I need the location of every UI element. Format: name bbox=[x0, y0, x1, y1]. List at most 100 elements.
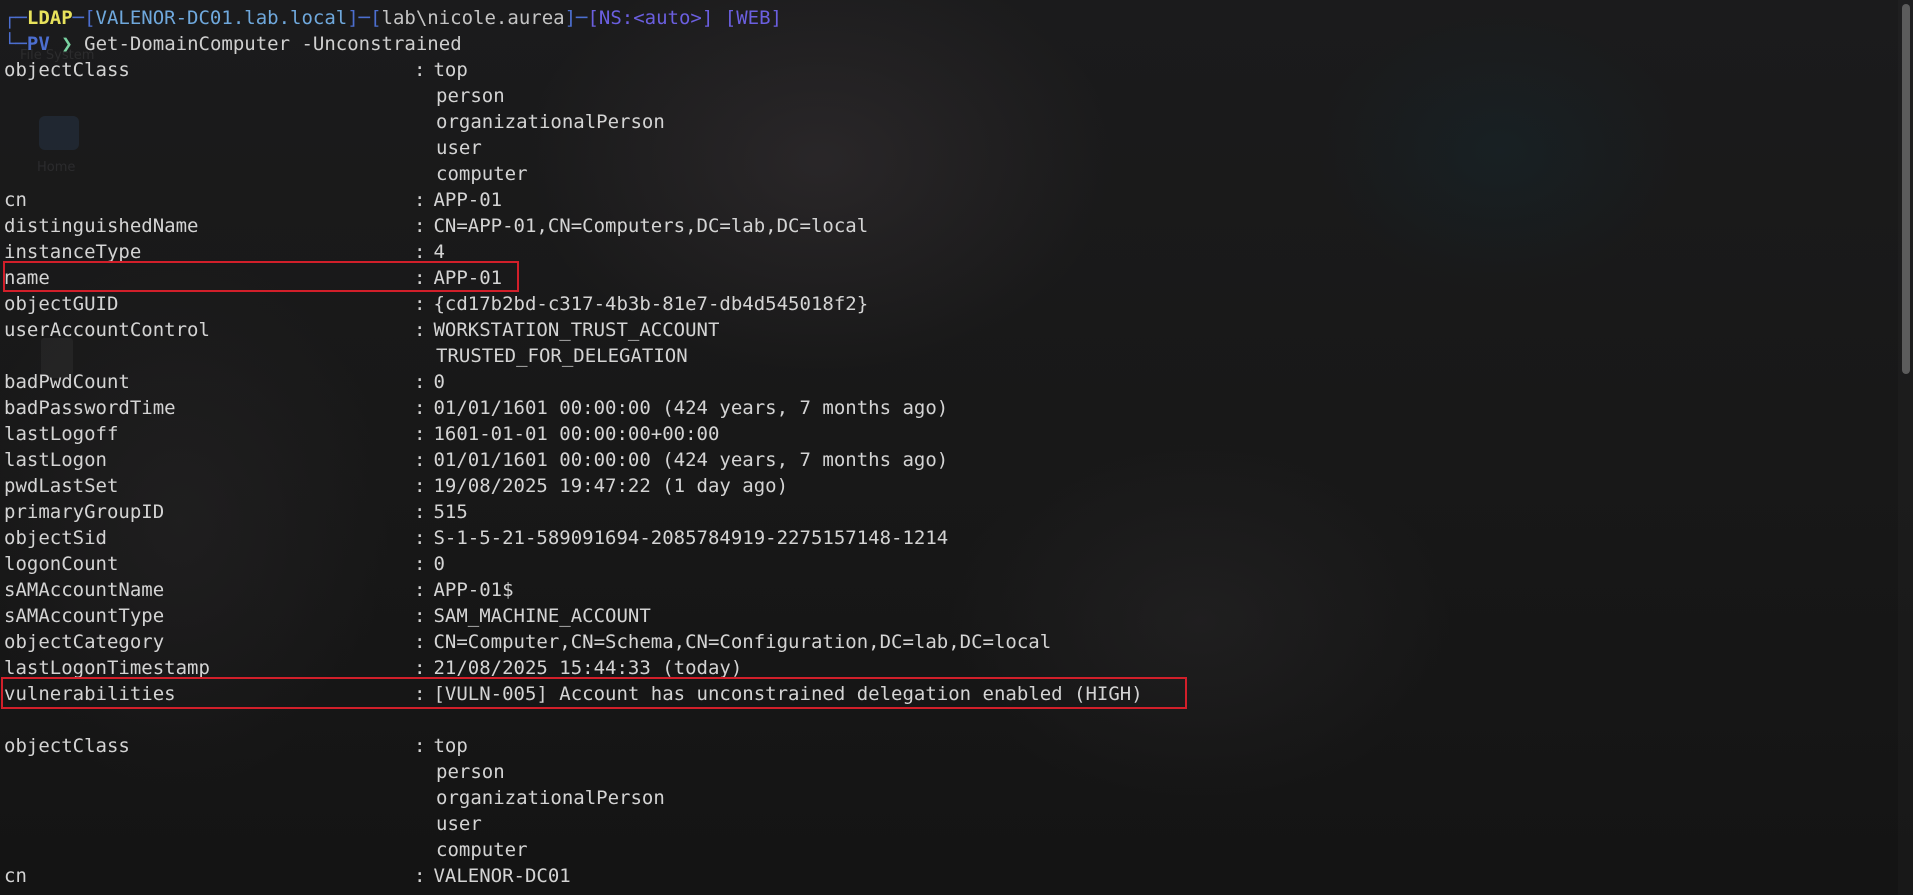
attr-separator: : bbox=[414, 215, 426, 237]
attr-key: lastLogon bbox=[4, 449, 107, 471]
attr-value: CN=APP-01,CN=Computers,DC=lab,DC=local bbox=[433, 215, 869, 237]
attr-separator: : bbox=[414, 475, 426, 497]
attr-key: objectClass bbox=[4, 735, 130, 757]
attr-row-badpwdcount: badPwdCount:0 bbox=[4, 369, 445, 395]
attr-separator: : bbox=[414, 267, 426, 289]
attr-key: badPasswordTime bbox=[4, 397, 176, 419]
attr-value: 515 bbox=[433, 501, 468, 523]
attr-row-pwdlastset: pwdLastSet:19/08/2025 19:47:22 (1 day ag… bbox=[4, 473, 788, 499]
terminal-window[interactable]: ┌─LDAP─[VALENOR-DC01.lab.local]─[lab\nic… bbox=[0, 0, 1898, 895]
attr-separator: : bbox=[414, 605, 426, 627]
attr-separator: : bbox=[414, 657, 426, 679]
attr-key: cn bbox=[4, 865, 27, 887]
attr-value: 21/08/2025 15:44:33 (today) bbox=[433, 657, 743, 679]
attr-value-continuation: computer bbox=[436, 163, 528, 185]
attr-value: CN=Computer,CN=Schema,CN=Configuration,D… bbox=[433, 631, 1052, 653]
attr-value-continuation: person bbox=[436, 761, 505, 783]
attr-separator: : bbox=[414, 683, 426, 705]
attr-value-continuation: organizationalPerson bbox=[436, 787, 665, 809]
attr-value-continuation: user bbox=[436, 813, 482, 835]
attr-key: pwdLastSet bbox=[4, 475, 119, 497]
attr-separator: : bbox=[414, 59, 426, 81]
attr-row-cn: cn: VALENOR-DC01 bbox=[4, 863, 571, 889]
attr-value: SAM_MACHINE_ACCOUNT bbox=[433, 605, 651, 627]
attr-separator: : bbox=[414, 865, 426, 887]
attr-value: 19/08/2025 19:47:22 (1 day ago) bbox=[433, 475, 789, 497]
prompt-web-mode: [WEB] bbox=[724, 7, 782, 29]
attr-value: 0 bbox=[433, 371, 445, 393]
attr-value: 01/01/1601 00:00:00 (424 years, 7 months… bbox=[433, 449, 949, 471]
attr-value: {cd17b2bd-c317-4b3b-81e7-db4d545018f2} bbox=[433, 293, 869, 315]
prompt-line: ┌─LDAP─[VALENOR-DC01.lab.local]─[lab\nic… bbox=[4, 7, 782, 29]
attr-row-objectsid: objectSid: S-1-5-21-589091694-2085784919-… bbox=[4, 525, 948, 551]
prompt-host: VALENOR-DC01.lab.local bbox=[95, 7, 348, 29]
attr-row-lastlogon: lastLogon:01/01/1601 00:00:00 (424 years… bbox=[4, 447, 948, 473]
attr-row-lastlogontimestamp: lastLogonTimestamp:21/08/2025 15:44:33 (… bbox=[4, 655, 742, 681]
attr-value-continuation: organizationalPerson bbox=[436, 111, 665, 133]
attr-value-continuation: person bbox=[436, 85, 505, 107]
attr-key: instanceType bbox=[4, 241, 142, 263]
attr-value: VALENOR-DC01 bbox=[433, 865, 571, 887]
attr-row-useraccountcontrol: userAccountControl: WORKSTATION_TRUST_ACC… bbox=[4, 317, 719, 343]
attr-row-instancetype: instanceType:4 bbox=[4, 239, 445, 265]
attr-separator: : bbox=[414, 397, 426, 419]
attr-value: 01/01/1601 00:00:00 (424 years, 7 months… bbox=[433, 397, 949, 419]
attr-row-name: name: APP-01 bbox=[4, 265, 502, 291]
command-text[interactable]: Get-DomainComputer -Unconstrained bbox=[84, 33, 462, 55]
attr-row-distinguishedname: distinguishedName: CN=APP-01,CN=Computers… bbox=[4, 213, 868, 239]
attr-key: logonCount bbox=[4, 553, 119, 575]
attr-value: APP-01 bbox=[433, 267, 503, 289]
attr-value: APP-01$ bbox=[433, 579, 514, 601]
attr-row-objectclass: objectClass: top bbox=[4, 57, 468, 83]
attr-separator: : bbox=[414, 553, 426, 575]
attr-value: top bbox=[433, 59, 468, 81]
attr-value: S-1-5-21-589091694-2085784919-2275157148… bbox=[433, 527, 949, 549]
attr-key: distinguishedName bbox=[4, 215, 199, 237]
attr-separator: : bbox=[414, 579, 426, 601]
command-line[interactable]: └─PV ❯ Get-DomainComputer -Unconstrained bbox=[4, 31, 462, 57]
attr-key: objectGUID bbox=[4, 293, 119, 315]
attr-value: WORKSTATION_TRUST_ACCOUNT bbox=[433, 319, 720, 341]
attr-row-vulnerabilities: vulnerabilities: [VULN-005] Account has u… bbox=[4, 681, 1143, 707]
attr-value: 0 bbox=[433, 553, 445, 575]
scrollbar-thumb[interactable] bbox=[1902, 4, 1910, 374]
prompt-pv-label: PV bbox=[26, 33, 50, 55]
attr-key: objectCategory bbox=[4, 631, 165, 653]
attr-row-samaccounttype: sAMAccountType: SAM_MACHINE_ACCOUNT bbox=[4, 603, 651, 629]
prompt-bar-bottom: └─ bbox=[4, 33, 27, 55]
attr-row-samaccountname: sAMAccountName: APP-01$ bbox=[4, 577, 514, 603]
attr-separator: : bbox=[414, 319, 426, 341]
attr-value: 4 bbox=[433, 241, 445, 263]
scrollbar[interactable] bbox=[1898, 0, 1913, 895]
attr-key: primaryGroupID bbox=[4, 501, 165, 523]
attr-value: 1601-01-01 00:00:00+00:00 bbox=[433, 423, 720, 445]
attr-value: [VULN-005] Account has unconstrained del… bbox=[433, 683, 1143, 705]
attr-key: userAccountControl bbox=[4, 319, 210, 341]
attr-separator: : bbox=[414, 735, 426, 757]
attr-separator: : bbox=[414, 241, 426, 263]
attr-row-objectguid: objectGUID: {cd17b2bd-c317-4b3b-81e7-db4d… bbox=[4, 291, 868, 317]
attr-key: objectClass bbox=[4, 59, 130, 81]
prompt-arrow-icon: ❯ bbox=[61, 33, 73, 55]
attr-key: lastLogonTimestamp bbox=[4, 657, 210, 679]
attr-separator: : bbox=[414, 527, 426, 549]
attr-separator: : bbox=[414, 293, 426, 315]
attr-row-cn: cn: APP-01 bbox=[4, 187, 502, 213]
attr-row-objectclass: objectClass: top bbox=[4, 733, 468, 759]
attr-row-logoncount: logonCount:0 bbox=[4, 551, 445, 577]
attr-separator: : bbox=[414, 189, 426, 211]
prompt-namespace: [NS:<auto>] bbox=[587, 7, 714, 29]
attr-separator: : bbox=[414, 449, 426, 471]
attr-value-continuation: computer bbox=[436, 839, 528, 861]
attr-value-continuation: TRUSTED_FOR_DELEGATION bbox=[436, 345, 688, 367]
attr-separator: : bbox=[414, 631, 426, 653]
attr-row-primarygroupid: primaryGroupID:515 bbox=[4, 499, 468, 525]
attr-separator: : bbox=[414, 501, 426, 523]
attr-key: name bbox=[4, 267, 50, 289]
attr-separator: : bbox=[414, 371, 426, 393]
attr-value: top bbox=[433, 735, 468, 757]
attr-key: lastLogoff bbox=[4, 423, 119, 445]
attr-separator: : bbox=[414, 423, 426, 445]
attr-key: objectSid bbox=[4, 527, 107, 549]
prompt-ldap-label: LDAP bbox=[26, 7, 73, 29]
